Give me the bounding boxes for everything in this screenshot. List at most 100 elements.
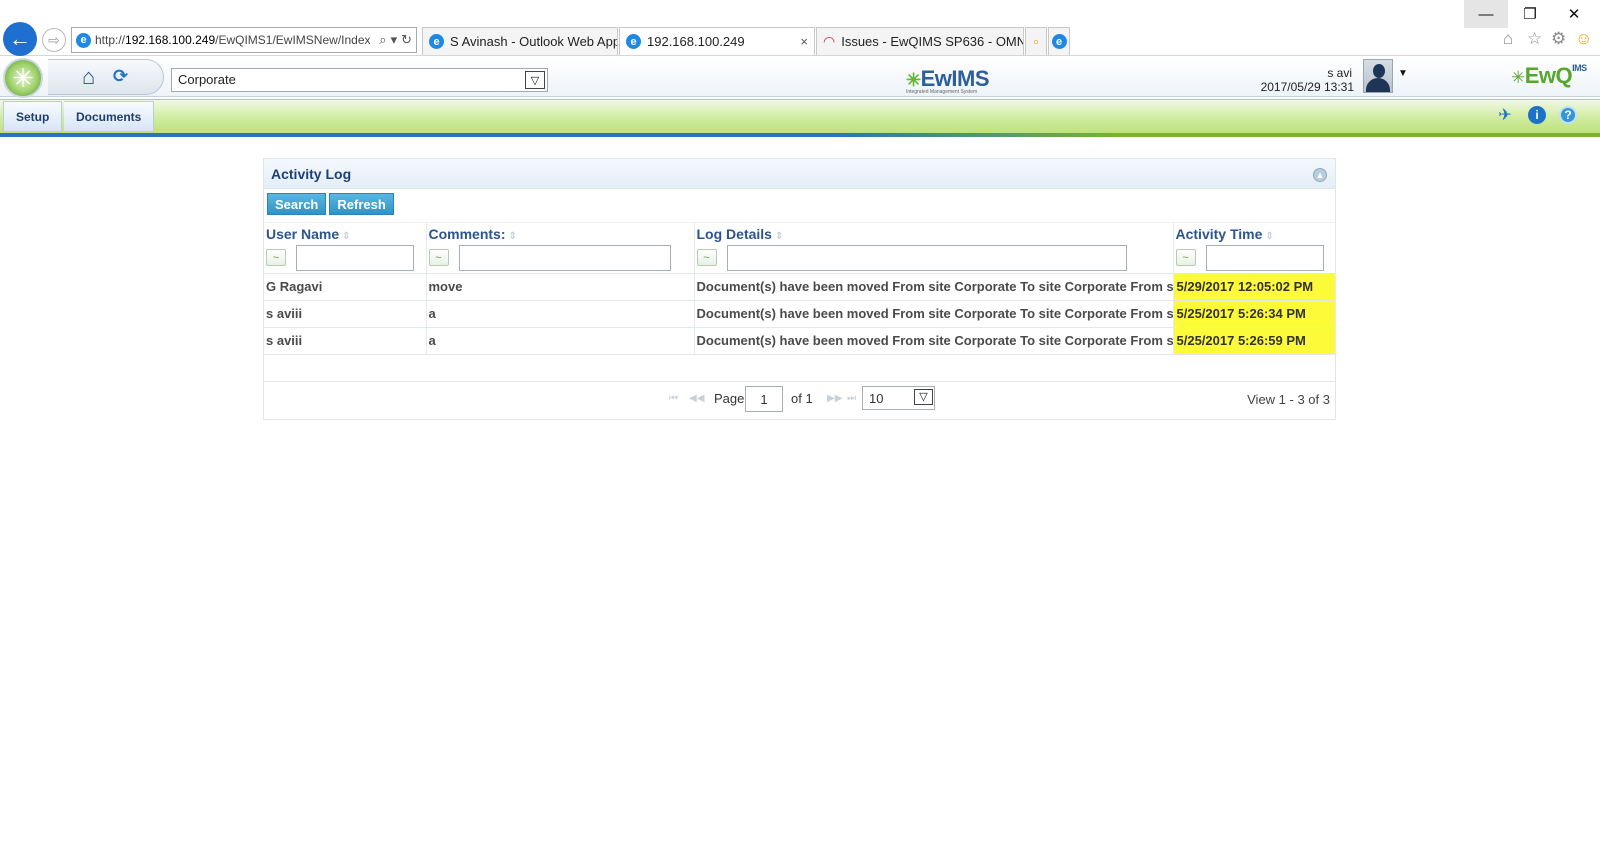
page-label: Page	[714, 390, 745, 406]
brand-star-icon: ✳	[906, 70, 921, 90]
browser-chrome: ← ⇨ e http://192.168.100.249/EwQIMS1/EwI…	[0, 0, 1600, 56]
address-bar[interactable]: e http://192.168.100.249/EwQIMS1/EwIMSNe…	[71, 27, 417, 53]
reload-icon[interactable]: ↻	[401, 32, 412, 48]
back-button[interactable]: ←	[3, 22, 37, 56]
chevron-down-icon[interactable]: ▽	[914, 388, 933, 405]
cell-activity-time: 5/25/2017 5:26:34 PM	[1173, 300, 1336, 328]
empty-cell	[264, 354, 1335, 382]
ie-tab-icon: e	[429, 34, 444, 49]
cell-user: s aviii	[264, 300, 427, 328]
help-icon[interactable]: ?	[1559, 106, 1577, 124]
filter-operator-icon[interactable]: ~	[428, 249, 449, 267]
close-tab-icon[interactable]: ×	[800, 34, 808, 49]
logo-star-icon: ✳	[12, 62, 34, 93]
tab-outlook[interactable]: e S Avinash - Outlook Web App	[422, 27, 618, 55]
cell-log-details: Document(s) have been moved From site Co…	[694, 300, 1174, 328]
tab-issues[interactable]: ◠ Issues - EwQIMS SP636 - OMN...	[816, 27, 1024, 55]
search-icon[interactable]: ⌕	[379, 32, 386, 48]
ie-app-button[interactable]: e	[1048, 27, 1070, 55]
menu-item-setup[interactable]: Setup	[3, 101, 63, 132]
filter-row: ~ ~ ~ ~	[264, 243, 1336, 274]
gear-icon[interactable]: ⚙	[1551, 29, 1566, 49]
filter-operator-icon[interactable]: ~	[266, 249, 286, 267]
refresh-button[interactable]: Refresh	[329, 193, 394, 215]
avatar[interactable]	[1363, 59, 1393, 93]
url-text[interactable]: http://192.168.100.249/EwQIMS1/EwIMSNew/…	[95, 33, 375, 47]
empty-row	[264, 354, 1335, 382]
menu-label: Setup	[16, 109, 50, 124]
filter-operator-icon[interactable]: ~	[1175, 249, 1196, 267]
table-row[interactable]: s aviii a Document(s) have been moved Fr…	[264, 327, 1336, 355]
filter-input-log-details[interactable]	[726, 244, 1127, 271]
tab-label: 192.168.100.249	[647, 34, 745, 49]
filter-input-comments[interactable]	[458, 244, 671, 271]
restore-button[interactable]: ❐	[1508, 0, 1552, 28]
close-icon: ✕	[1567, 6, 1581, 23]
brand-logo-center: ✳EwIMS Integrated Management System	[906, 66, 990, 95]
app-logo: ✳	[3, 58, 43, 98]
column-header-user[interactable]: User Name ⇕	[264, 223, 427, 243]
prev-page-icon[interactable]: ◀◀	[689, 393, 704, 404]
next-page-icon[interactable]: ▶▶	[827, 393, 842, 404]
filter-input-user[interactable]	[296, 244, 414, 271]
brand-star-icon: ✳	[1511, 68, 1525, 87]
page-number-input[interactable]: 1	[745, 385, 783, 412]
minimize-button[interactable]: —	[1464, 0, 1508, 28]
table-row[interactable]: G Ragavi move Document(s) have been move…	[264, 273, 1336, 301]
menu-item-documents[interactable]: Documents	[64, 101, 155, 132]
smiley-feedback-icon[interactable]: ☺	[1575, 29, 1592, 49]
brand-logo-right: ✳EwQIMS	[1511, 63, 1587, 89]
column-header-activity-time[interactable]: Activity Time ⇕	[1173, 223, 1336, 243]
tab-label: Issues - EwQIMS SP636 - OMN...	[841, 34, 1024, 49]
activity-grid: User Name ⇕ Comments: ⇕ Log Details ⇕ Activ…	[264, 223, 1336, 382]
home-toolbar-icon[interactable]: ⌂	[1503, 29, 1513, 49]
first-page-icon[interactable]: ⏮	[669, 393, 678, 404]
forward-button[interactable]: ⇨	[42, 28, 66, 52]
grid-header-row: User Name ⇕ Comments: ⇕ Log Details ⇕ Activ…	[264, 223, 1336, 243]
site-select-value: Corporate	[178, 72, 236, 87]
collapse-icon[interactable]: ▲	[1313, 168, 1327, 182]
cell-activity-time: 5/25/2017 5:26:59 PM	[1173, 327, 1336, 355]
brand-right-name: EwQ	[1524, 63, 1573, 88]
user-name: s avi	[1327, 66, 1352, 80]
chevron-down-icon[interactable]: ▽	[525, 71, 545, 89]
info-icon[interactable]: i	[1528, 106, 1546, 124]
column-header-log-details[interactable]: Log Details ⇕	[694, 223, 1174, 243]
filter-input-activity-time[interactable]	[1205, 244, 1324, 271]
column-label: Comments:	[428, 226, 506, 242]
brand-tagline: Integrated Management System	[906, 89, 978, 95]
table-row[interactable]: s aviii a Document(s) have been moved Fr…	[264, 300, 1336, 328]
sort-icon: ⇕	[342, 231, 351, 242]
cell-log-details: Document(s) have been moved From site Co…	[694, 327, 1174, 355]
menu-label: Documents	[76, 109, 142, 124]
close-window-button[interactable]: ✕	[1552, 0, 1596, 28]
dropdown-arrow-icon[interactable]: ▾	[391, 32, 398, 48]
cell-comment: move	[426, 273, 695, 301]
new-tab-icon: ▫	[1033, 34, 1039, 49]
tab-current[interactable]: e 192.168.100.249 ×	[619, 27, 815, 55]
refresh-icon[interactable]: ⟳	[113, 66, 128, 87]
new-tab-button[interactable]: ▫	[1025, 27, 1047, 55]
filter-cell-user: ~	[264, 243, 427, 274]
favorites-star-icon[interactable]: ☆	[1527, 29, 1542, 49]
ie-logo-icon: e	[1051, 34, 1067, 49]
filter-cell-log-details: ~	[694, 243, 1174, 274]
user-menu-caret-icon[interactable]: ▼	[1398, 68, 1408, 79]
home-icon[interactable]: ⌂	[82, 64, 95, 90]
site-select[interactable]: Corporate	[171, 68, 548, 92]
view-records-info: View 1 - 3 of 3	[1247, 391, 1330, 407]
menu-bar: Setup Documents ✈ i ?	[0, 99, 1600, 133]
avatar-head	[1373, 64, 1385, 78]
filter-operator-icon[interactable]: ~	[696, 249, 717, 267]
cell-user: s aviii	[264, 327, 427, 355]
rows-per-page-value: 10	[869, 390, 884, 406]
panel-header: Activity Log ▲	[264, 159, 1335, 189]
minimize-icon: —	[1478, 5, 1494, 23]
search-button[interactable]: Search	[267, 193, 327, 215]
arrow-right-icon: ⇨	[48, 31, 60, 48]
pin-icon[interactable]: ✈	[1496, 106, 1514, 124]
url-scheme: http://	[95, 33, 126, 47]
last-page-icon[interactable]: ⏭	[847, 393, 856, 404]
cell-user: G Ragavi	[264, 273, 427, 301]
column-header-comments[interactable]: Comments: ⇕	[426, 223, 695, 243]
